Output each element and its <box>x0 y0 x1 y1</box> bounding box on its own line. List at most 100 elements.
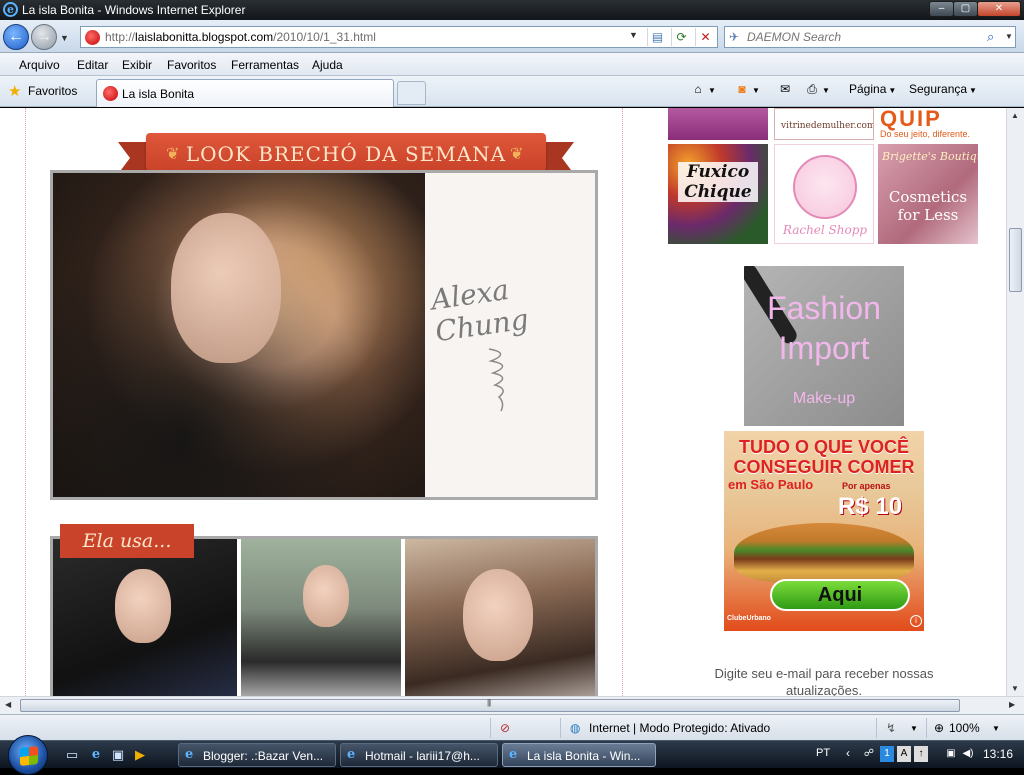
search-icon[interactable]: ⌕ <box>987 29 994 45</box>
gallery-photo-1[interactable] <box>53 539 237 696</box>
scroll-grip-icon: ||| <box>487 698 491 707</box>
address-field[interactable]: http://laislabonitta.blogspot.com/2010/1… <box>80 26 718 48</box>
ad-fashion-import[interactable]: Fashion Import Make-up <box>744 266 904 426</box>
zoom-level[interactable]: 100% <box>949 721 980 735</box>
site-favicon-icon <box>85 30 100 45</box>
security-menu-label: Segurança <box>909 82 968 96</box>
start-button[interactable] <box>8 735 48 775</box>
print-button[interactable]: ⎙ ▼ <box>804 82 830 100</box>
favorites-bar: ★ Favoritos La isla Bonita ⌂ ▼ ◙ ▼ ✉ ⎙ ▼ Pá… <box>0 76 1024 107</box>
ad-text: Cosmetics for Less <box>888 188 968 224</box>
media-player-icon[interactable]: ▶ <box>132 747 148 763</box>
ad-text: vitrinedemulher.com.br <box>781 121 874 131</box>
ad-banner-top-left[interactable] <box>668 108 768 140</box>
printer-icon: ⎙ <box>807 82 817 96</box>
language-indicator[interactable]: PT <box>816 747 830 759</box>
ad-logo-text: QUIP <box>880 108 942 131</box>
refresh-icon[interactable]: ⟳ <box>671 28 691 46</box>
taskbar-item-hotmail[interactable]: e Hotmail - lariii17@h... <box>340 743 498 767</box>
address-dropdown[interactable]: ▼ <box>629 30 638 40</box>
ie-quicklaunch-icon[interactable]: e <box>88 747 104 763</box>
tray-a-icon[interactable]: A <box>897 746 911 762</box>
close-button[interactable]: ✕ <box>977 1 1021 17</box>
volume-icon[interactable]: ◀) <box>961 746 975 762</box>
privacy-icon[interactable]: ⊘ <box>500 721 510 735</box>
status-divider <box>926 718 927 738</box>
gallery-face <box>115 569 171 643</box>
hero-image: Alexa Chung <box>50 170 598 500</box>
horizontal-scrollbar[interactable]: ◀ ||| ▶ <box>0 696 1024 714</box>
page-menu[interactable]: Página ▼ <box>849 82 896 100</box>
globe-icon: ◍ <box>570 721 581 735</box>
tray-expand-icon[interactable]: ‹ <box>846 746 850 760</box>
search-box[interactable]: ✈ ⌕ ▼ <box>724 26 1016 48</box>
ad-fuxico-chique[interactable]: Fuxico Chique <box>668 144 768 244</box>
mail-icon: ✉ <box>779 82 791 96</box>
vertical-scroll-thumb[interactable] <box>1009 228 1022 292</box>
chevron-down-icon[interactable]: ▼ <box>910 724 918 733</box>
switch-windows-icon[interactable]: ▣ <box>110 747 126 763</box>
sidebar: vitrinedemulher.com.br QUIP Do seu jeito… <box>650 108 1000 696</box>
scroll-right-icon[interactable]: ▶ <box>1009 700 1015 709</box>
chevron-down-icon: ▼ <box>888 86 897 95</box>
security-menu[interactable]: Segurança ▼ <box>909 82 977 100</box>
gallery-face <box>303 565 349 627</box>
tray-arrow-icon[interactable]: ↑ <box>914 746 928 762</box>
ad-text: Fuxico Chique <box>678 162 758 202</box>
forward-button[interactable]: → <box>31 24 57 50</box>
ad-info-icon[interactable]: i <box>910 615 922 627</box>
stop-icon[interactable]: ✕ <box>695 28 715 46</box>
zoom-dropdown-icon[interactable]: ▼ <box>992 724 1000 733</box>
maximize-button[interactable]: ▢ <box>953 1 978 17</box>
menu-exibir[interactable]: Exibir <box>122 58 152 72</box>
status-divider <box>490 718 491 738</box>
menu-editar[interactable]: Editar <box>77 58 108 72</box>
taskbar-item-blogger[interactable]: e Blogger: .:Bazar Ven... <box>178 743 336 767</box>
network-users-icon[interactable]: ☍ <box>862 746 876 762</box>
show-desktop-icon[interactable]: ▭ <box>64 747 80 763</box>
scroll-up-icon[interactable]: ▲ <box>1011 111 1019 120</box>
tab-la-isla-bonita[interactable]: La isla Bonita <box>96 79 394 107</box>
ie-icon: e <box>185 747 194 762</box>
ie-icon: e <box>509 747 518 762</box>
clock[interactable]: 13:16 <box>983 747 1013 761</box>
feeds-button[interactable]: ◙ ▼ <box>734 82 760 100</box>
ad-clube-urbano[interactable]: TUDO O QUE VOCÊ CONSEGUIR COMER em São P… <box>724 431 924 631</box>
monitor-icon[interactable]: ▣ <box>944 746 958 762</box>
ad-vitrine-de-mulher[interactable]: vitrinedemulher.com.br <box>774 108 874 140</box>
gallery-photo-3[interactable] <box>405 539 595 696</box>
url-text[interactable]: http://laislabonitta.blogspot.com/2010/1… <box>105 30 376 44</box>
ad-price: R$ 10 <box>838 493 903 520</box>
menu-ferramentas[interactable]: Ferramentas <box>231 58 299 72</box>
taskbar-item-la-isla-bonita[interactable]: e La isla Bonita - Win... <box>502 743 656 767</box>
star-icon: ★ <box>8 83 22 100</box>
ad-brigettes-boutique[interactable]: Brigette's Boutique Cosmetics for Less <box>878 144 978 244</box>
gallery-photo-2[interactable] <box>241 539 401 696</box>
vertical-scrollbar[interactable]: ▲ ▼ <box>1006 108 1024 696</box>
scroll-down-icon[interactable]: ▼ <box>1011 684 1019 693</box>
minimize-button[interactable]: – <box>929 1 954 17</box>
rss-icon: ◙ <box>738 82 746 96</box>
ela-usa-tag: Ela usa... <box>60 524 194 558</box>
security-zone[interactable]: Internet | Modo Protegido: Ativado <box>589 721 770 735</box>
ad-rachel-shopp[interactable]: Rachel Shopp <box>774 144 874 244</box>
home-button[interactable]: ⌂ ▼ <box>690 82 716 100</box>
ad-quip[interactable]: QUIP Do seu jeito, diferente. <box>878 108 978 140</box>
hero-face <box>171 213 281 363</box>
menu-arquivo[interactable]: Arquivo <box>19 58 60 72</box>
menu-ajuda[interactable]: Ajuda <box>312 58 343 72</box>
search-options-dropdown[interactable]: ▼ <box>1005 32 1013 41</box>
popup-blocker-icon[interactable]: ↯ <box>886 721 896 735</box>
menu-favoritos[interactable]: Favoritos <box>167 58 216 72</box>
scroll-left-icon[interactable]: ◀ <box>5 700 11 709</box>
read-mail-button[interactable]: ✉ <box>777 82 793 100</box>
post-content-column: ❦ ❦ LOOK BRECHÓ DA SEMANA Alexa Chung El… <box>25 108 623 696</box>
new-tab-button[interactable] <box>397 81 426 105</box>
back-button[interactable]: ← <box>3 24 29 50</box>
ad-cta-button[interactable]: Aqui <box>770 579 910 611</box>
window-title: La isla Bonita - Windows Internet Explor… <box>22 3 246 17</box>
compatibility-view-icon[interactable]: ▤ <box>647 28 667 46</box>
recent-pages-dropdown[interactable]: ▼ <box>60 33 69 43</box>
search-input[interactable] <box>747 29 977 45</box>
tray-number-icon[interactable]: 1 <box>880 746 894 762</box>
